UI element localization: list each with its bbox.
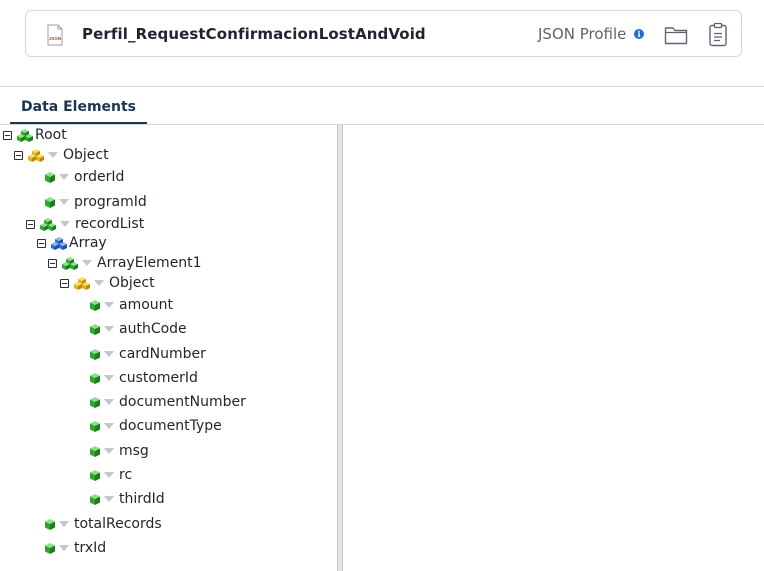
dropdown-arrow-icon[interactable]	[104, 448, 114, 454]
green-cube-icon	[90, 348, 100, 360]
tree-node-cardNumber[interactable]: cardNumber	[89, 345, 206, 363]
green-cubes-icon	[40, 218, 56, 231]
dropdown-arrow-icon[interactable]	[104, 423, 114, 429]
dropdown-arrow-icon[interactable]	[59, 545, 69, 551]
tree-node-totalRecords[interactable]: totalRecords	[44, 515, 162, 533]
tree-node-array[interactable]: Array	[37, 234, 107, 252]
tree-node-authCode[interactable]: authCode	[89, 320, 187, 338]
json-file-icon-text: JSON	[49, 36, 61, 41]
green-cube-icon	[90, 493, 100, 505]
yellow-cubes-icon	[74, 277, 90, 290]
tree-node-label: authCode	[119, 321, 187, 337]
dropdown-arrow-icon[interactable]	[104, 399, 114, 405]
data-elements-tree: Root Object orderId programId recordList	[0, 125, 336, 571]
dropdown-arrow-icon[interactable]	[59, 199, 69, 205]
json-file-icon: JSON	[47, 24, 63, 46]
info-icon[interactable]: i	[634, 29, 644, 39]
tree-node-root[interactable]: Root	[3, 126, 67, 144]
tree-node-documentNumber[interactable]: documentNumber	[89, 393, 246, 411]
tree-node-programId[interactable]: programId	[44, 193, 147, 211]
tree-node-label: ArrayElement1	[97, 255, 202, 271]
tab-data-elements[interactable]: Data Elements	[10, 99, 148, 124]
profile-name: Perfil_RequestConfirmacionLostAndVoid	[82, 25, 426, 43]
tree-node-label: recordList	[75, 216, 145, 232]
header-divider	[0, 86, 764, 87]
profile-header-card: JSON Perfil_RequestConfirmacionLostAndVo…	[25, 10, 742, 57]
tree-node-amount[interactable]: amount	[89, 296, 173, 314]
collapse-toggle-icon[interactable]	[14, 150, 23, 160]
dropdown-arrow-icon[interactable]	[104, 375, 114, 381]
tree-node-label: cardNumber	[119, 346, 206, 362]
dropdown-arrow-icon[interactable]	[104, 496, 114, 502]
dropdown-arrow-icon[interactable]	[82, 260, 92, 266]
tree-node-documentType[interactable]: documentType	[89, 417, 222, 435]
tree-node-label: Array	[69, 235, 107, 251]
panel-splitter[interactable]	[337, 125, 343, 571]
collapse-toggle-icon[interactable]	[26, 219, 35, 229]
tree-node-trxId[interactable]: trxId	[44, 539, 106, 557]
tree-node-label: Object	[109, 275, 155, 291]
folder-icon[interactable]	[664, 25, 688, 45]
dropdown-arrow-icon[interactable]	[104, 472, 114, 478]
green-cubes-icon	[17, 129, 33, 142]
tree-node-msg[interactable]: msg	[89, 442, 149, 460]
tree-node-label: rc	[119, 467, 133, 483]
profile-type-label: JSON Profile	[538, 25, 627, 43]
tree-node-recordList[interactable]: recordList	[26, 215, 144, 233]
green-cube-icon	[90, 299, 100, 311]
tree-node-rc[interactable]: rc	[89, 466, 132, 484]
dropdown-arrow-icon[interactable]	[60, 221, 70, 227]
green-cube-icon	[45, 196, 55, 208]
green-cube-icon	[90, 396, 100, 408]
tree-node-inner-object[interactable]: Object	[60, 274, 155, 292]
tree-node-label: thirdId	[119, 491, 165, 507]
tree-node-label: customerId	[119, 370, 198, 386]
green-cube-icon	[45, 542, 55, 554]
tree-node-label: amount	[119, 297, 174, 313]
tree-node-label: documentType	[119, 418, 222, 434]
dropdown-arrow-icon[interactable]	[59, 521, 69, 527]
tree-node-customerId[interactable]: customerId	[89, 369, 198, 387]
tree-node-thirdId[interactable]: thirdId	[89, 490, 165, 508]
green-cube-icon	[90, 445, 100, 457]
tree-node-orderId[interactable]: orderId	[44, 168, 124, 186]
collapse-toggle-icon[interactable]	[60, 278, 69, 288]
dropdown-arrow-icon[interactable]	[94, 280, 104, 286]
tree-node-label: orderId	[74, 169, 125, 185]
collapse-toggle-icon[interactable]	[37, 238, 46, 248]
green-cube-icon	[45, 518, 55, 530]
tree-node-label: Object	[63, 147, 109, 163]
green-cube-icon	[90, 323, 100, 335]
tree-node-label: Root	[35, 127, 67, 143]
tree-node-label: programId	[74, 194, 147, 210]
green-cube-icon	[90, 420, 100, 432]
dropdown-arrow-icon[interactable]	[104, 302, 114, 308]
collapse-toggle-icon[interactable]	[48, 258, 57, 268]
clipboard-icon[interactable]	[708, 22, 728, 48]
dropdown-arrow-icon[interactable]	[104, 326, 114, 332]
collapse-toggle-icon[interactable]	[3, 130, 12, 140]
green-cube-icon	[90, 469, 100, 481]
dropdown-arrow-icon[interactable]	[59, 174, 69, 180]
dropdown-arrow-icon[interactable]	[48, 152, 58, 158]
yellow-cubes-icon	[28, 149, 44, 162]
tree-node-object[interactable]: Object	[14, 146, 109, 164]
tree-node-label: msg	[119, 443, 149, 459]
green-cube-icon	[45, 171, 55, 183]
dropdown-arrow-icon[interactable]	[104, 351, 114, 357]
green-cubes-icon	[62, 257, 78, 270]
tree-node-arrayElement1[interactable]: ArrayElement1	[48, 254, 202, 272]
tree-node-label: totalRecords	[74, 516, 162, 532]
tree-node-label: documentNumber	[119, 394, 246, 410]
green-cube-icon	[90, 372, 100, 384]
blue-cubes-icon	[51, 237, 67, 250]
tree-node-label: trxId	[74, 540, 107, 556]
